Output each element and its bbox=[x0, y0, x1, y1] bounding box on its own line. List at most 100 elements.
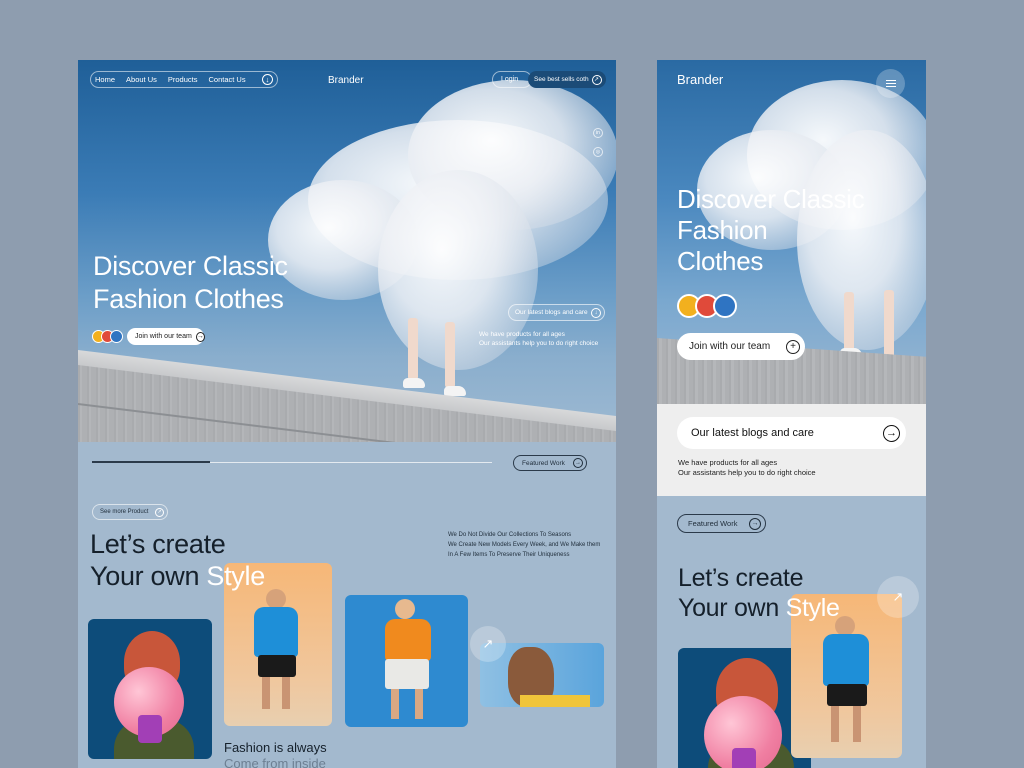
join-team-label: Join with our team bbox=[135, 333, 192, 340]
photo-bubblegum-girl[interactable] bbox=[88, 619, 212, 759]
mobile-hero: Brander Discover Classic Fashion Clothes… bbox=[657, 60, 926, 404]
figure-leg bbox=[391, 689, 399, 719]
create-heading-line1: Let’s create bbox=[90, 529, 226, 559]
hero-title-line1: Discover Classic bbox=[677, 184, 865, 214]
fashion-quote-line1: Fashion is always bbox=[224, 740, 327, 755]
figure-hoodie bbox=[254, 607, 298, 657]
arrow-down-circle-icon: ↓ bbox=[591, 307, 601, 318]
linkedin-icon[interactable]: in bbox=[593, 128, 603, 138]
arrow-up-right-icon[interactable]: ↗ bbox=[470, 626, 506, 662]
arrow-right-circle-icon: → bbox=[883, 424, 900, 442]
hero-title-line2: Fashion Clothes bbox=[93, 284, 284, 314]
figure-hoodie bbox=[823, 634, 869, 686]
join-team-button[interactable]: Join with our team → bbox=[127, 328, 205, 345]
latest-blogs-label: Our latest blogs and care bbox=[691, 427, 814, 439]
description-line2: We Create New Models Every Week, and We … bbox=[448, 542, 601, 548]
blogs-description-line1: We have products for all ages bbox=[678, 458, 778, 467]
arrow-up-right-icon: ↗ bbox=[591, 74, 602, 85]
create-style-heading: Let’s create Your own Style bbox=[90, 528, 265, 592]
blogs-description: We have products for all ages Our assist… bbox=[678, 458, 816, 478]
latest-blogs-button[interactable]: Our latest blogs and care ↓ bbox=[508, 304, 605, 321]
create-heading-highlight: Style bbox=[206, 561, 265, 591]
collections-description: We Do Not Divide Our Collections To Seas… bbox=[448, 530, 600, 560]
create-heading-line2: Your own Style bbox=[90, 560, 265, 592]
create-style-heading: Let’s create Your own Style bbox=[678, 563, 840, 623]
figure-head bbox=[266, 589, 286, 609]
arrow-down-circle-icon[interactable]: ↓ bbox=[262, 74, 273, 85]
featured-work-button[interactable]: Featured Work → bbox=[513, 455, 587, 471]
model-leg-left bbox=[844, 292, 854, 354]
featured-work-label: Featured Work bbox=[522, 459, 565, 467]
desktop-hero: Home About Us Products Contact Us ↓ Bran… bbox=[78, 60, 616, 442]
avatar bbox=[110, 330, 123, 343]
blogs-description-line2: Our assistants help you to do right choi… bbox=[678, 468, 816, 477]
figure-leg bbox=[853, 706, 861, 742]
featured-work-label: Featured Work bbox=[688, 519, 738, 528]
create-heading-highlight: Style bbox=[785, 594, 840, 622]
description-line1: We Do Not Divide Our Collections To Seas… bbox=[448, 532, 572, 538]
phone-shape bbox=[138, 715, 162, 743]
model-shoe-left bbox=[403, 378, 425, 388]
hero-title-line3: Clothes bbox=[677, 246, 764, 276]
see-more-product-button[interactable]: See more Product ↗ bbox=[92, 504, 168, 520]
create-heading-line1: Let’s create bbox=[678, 564, 804, 592]
hero-progress-bar bbox=[92, 461, 492, 463]
main-nav: Home About Us Products Contact Us ↓ bbox=[90, 71, 278, 88]
figure-sweater bbox=[385, 619, 431, 661]
mobile-landing-page: Brander Discover Classic Fashion Clothes… bbox=[657, 60, 926, 768]
hero-title-line2: Fashion bbox=[677, 215, 768, 245]
hero-title: Discover Classic Fashion Clothes bbox=[93, 250, 333, 316]
model-leg-left bbox=[408, 318, 418, 380]
brand-logo[interactable]: Brander bbox=[328, 75, 364, 86]
create-heading-line2: Your own Style bbox=[678, 593, 840, 623]
hero-wall bbox=[78, 365, 616, 442]
nav-item-about[interactable]: About Us bbox=[126, 75, 157, 84]
latest-blogs-button[interactable]: Our latest blogs and care → bbox=[677, 417, 906, 449]
arrow-up-right-icon: ↗ bbox=[155, 507, 164, 517]
fashion-quote: Fashion is always Come from inside bbox=[224, 740, 327, 768]
figure-head bbox=[395, 599, 415, 619]
best-sells-label: See best sells coth bbox=[534, 76, 589, 83]
blogs-description: We have products for all ages Our assist… bbox=[479, 330, 598, 348]
nav-item-products[interactable]: Products bbox=[168, 75, 198, 84]
figure-leg bbox=[282, 677, 290, 709]
photo-orange-sweater-man[interactable] bbox=[345, 595, 468, 727]
join-team-button[interactable]: Join with our team + bbox=[677, 333, 805, 360]
blogs-description-line2: Our assistants help you to do right choi… bbox=[479, 340, 599, 347]
figure-shorts bbox=[258, 655, 296, 677]
featured-work-button[interactable]: Featured Work → bbox=[677, 514, 766, 533]
create-heading-prefix: Your own bbox=[90, 561, 207, 591]
figure-leg bbox=[831, 706, 839, 742]
instagram-icon[interactable]: ◎ bbox=[593, 147, 603, 157]
best-sells-button[interactable]: See best sells coth ↗ bbox=[528, 71, 606, 88]
model-leg-right bbox=[884, 290, 894, 360]
fashion-quote-line2: Come from inside bbox=[224, 756, 326, 768]
arrow-right-circle-icon: → bbox=[749, 517, 761, 530]
avatar bbox=[713, 294, 737, 318]
description-line3: In A Few Items To Preserve Their Uniquen… bbox=[448, 552, 570, 558]
join-team-label: Join with our team bbox=[689, 341, 771, 352]
blogs-info-section: Our latest blogs and care → We have prod… bbox=[657, 404, 926, 496]
nav-item-contact[interactable]: Contact Us bbox=[208, 75, 245, 84]
phone-shape bbox=[732, 748, 756, 768]
figure-leg bbox=[415, 689, 423, 719]
model-leg-right bbox=[445, 322, 455, 388]
blogs-description-line1: We have products for all ages bbox=[479, 331, 565, 338]
nav-item-home[interactable]: Home bbox=[95, 75, 115, 84]
hamburger-menu-icon[interactable] bbox=[876, 69, 905, 98]
hero-title: Discover Classic Fashion Clothes bbox=[677, 184, 877, 277]
see-more-label: See more Product bbox=[100, 509, 149, 515]
figure-shorts bbox=[827, 684, 867, 706]
team-avatars bbox=[677, 294, 737, 318]
plus-circle-icon: + bbox=[786, 339, 800, 354]
login-button[interactable]: Login bbox=[492, 71, 532, 88]
brand-logo[interactable]: Brander bbox=[677, 72, 723, 87]
figure-shorts bbox=[385, 659, 429, 689]
figure-yellow-top bbox=[520, 695, 590, 707]
desktop-landing-page: Home About Us Products Contact Us ↓ Bran… bbox=[78, 60, 616, 768]
arrow-right-circle-icon: → bbox=[573, 458, 583, 468]
progress-fill bbox=[92, 461, 210, 463]
arrow-up-right-icon[interactable]: ↗ bbox=[877, 576, 919, 618]
figure-leg bbox=[262, 677, 270, 709]
team-avatars bbox=[92, 330, 123, 343]
